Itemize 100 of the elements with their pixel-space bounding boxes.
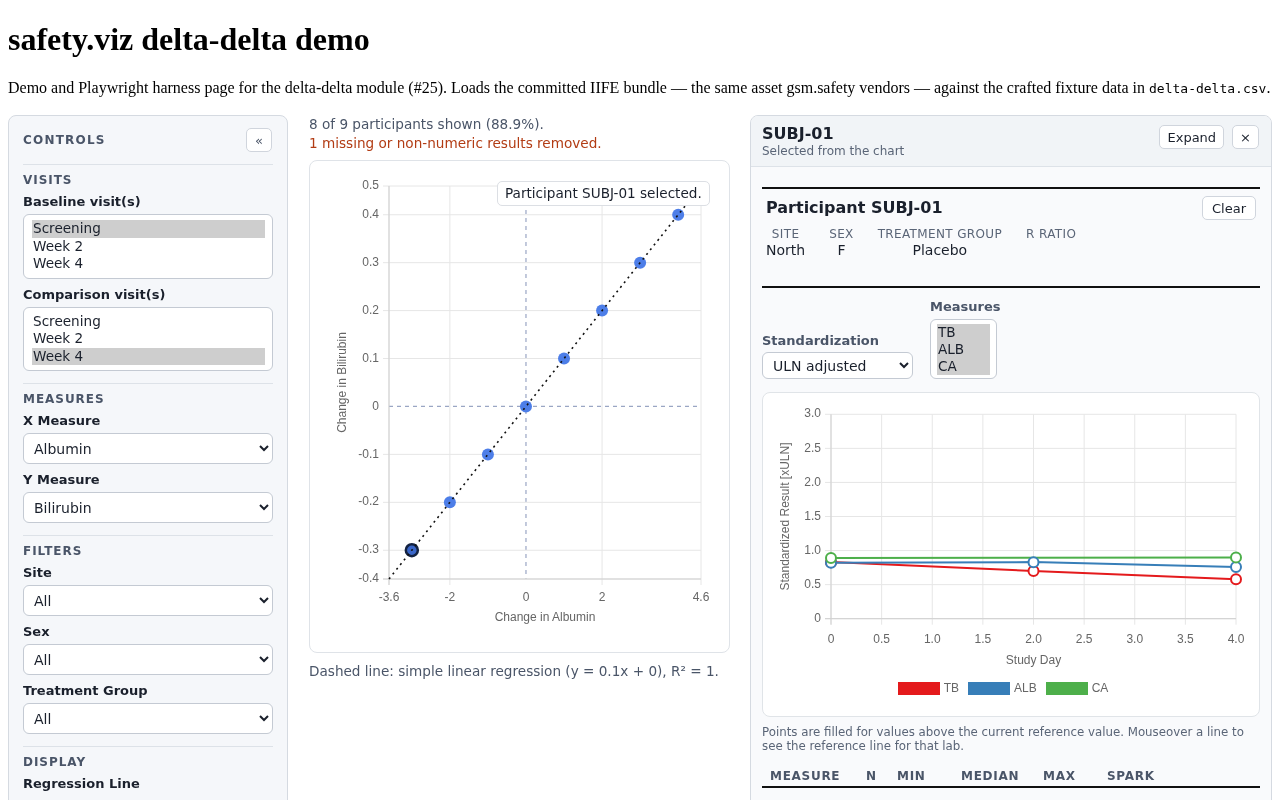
tick-label: -3.6: [378, 590, 400, 605]
column-header: N: [865, 769, 878, 785]
dropdown[interactable]: ULN adjusted: [762, 352, 913, 379]
listbox-option[interactable]: ALB: [937, 341, 990, 358]
tick-label: 0.2: [362, 302, 379, 317]
tick-label: 4.0: [1227, 632, 1245, 647]
data-point[interactable]: [634, 256, 647, 269]
data-point: [1230, 560, 1242, 573]
tick-label: 0: [814, 610, 821, 625]
data-point[interactable]: [520, 400, 532, 413]
meta-label: R RATIO: [1026, 227, 1077, 242]
listbox-option[interactable]: Week 2: [32, 237, 265, 255]
listbox-option[interactable]: Week 2: [32, 330, 265, 348]
listbox[interactable]: Screening Week 2 Week 4: [23, 214, 273, 279]
tick-label: 2.5: [1075, 632, 1093, 647]
tick-label: 0.5: [362, 178, 379, 193]
regression-note: Dashed line: simple linear regression (y = 0.1x + 0), R² = 1.: [309, 662, 720, 681]
legend-label: ALB: [1014, 680, 1037, 696]
listbox-option[interactable]: Screening: [32, 220, 265, 238]
legend-label: CA: [1091, 680, 1109, 696]
expand-button[interactable]: Expand: [1159, 125, 1225, 149]
tick-label: -0.3: [358, 542, 379, 557]
field-label: Treatment Group: [23, 683, 149, 699]
section-heading: DISPLAY: [23, 755, 88, 770]
data-point[interactable]: [443, 496, 456, 509]
tick-label: 4.6: [692, 590, 710, 605]
dropdown[interactable]: All: [23, 644, 273, 675]
tick-label: 0.5: [804, 576, 821, 591]
field-label: Y Measure: [23, 472, 101, 488]
field-label: X Measure: [23, 413, 102, 429]
column-header: MEDIAN: [960, 769, 1021, 785]
tick-label: -0.4: [358, 571, 379, 586]
detail-subtitle: Selected from the chart: [762, 144, 905, 159]
tick-label: 0.4: [362, 206, 379, 221]
page-title: safety.viz delta-delta demo: [8, 21, 370, 58]
meta-label: SEX: [829, 227, 854, 242]
axis-title: Standardized Result [xULN]: [778, 442, 793, 591]
tick-label: 1.0: [923, 632, 941, 647]
tick-label: 1.0: [804, 542, 821, 557]
tick-label: 1.5: [804, 508, 821, 523]
column-header: SPARK: [1106, 769, 1156, 785]
listbox[interactable]: TB ALB CA: [930, 319, 997, 379]
listbox-option[interactable]: Screening: [32, 312, 265, 330]
listbox-option[interactable]: CA: [937, 358, 990, 375]
dropdown[interactable]: Bilirubin: [23, 492, 273, 523]
section-heading: MEASURES: [23, 392, 106, 407]
data-point[interactable]: [558, 352, 570, 365]
meta-value: Placebo: [911, 242, 969, 259]
data-point: [1230, 573, 1242, 586]
clear-button[interactable]: Clear: [1202, 196, 1256, 220]
field-label: Regression Line: [23, 776, 141, 792]
tick-label: 0.3: [362, 254, 379, 269]
data-point[interactable]: [404, 543, 420, 558]
dropdown[interactable]: All: [23, 585, 273, 616]
meta-label: SITE: [770, 227, 801, 242]
listbox-option[interactable]: TB: [937, 324, 990, 341]
dropdown[interactable]: All: [23, 703, 273, 734]
listbox-option[interactable]: Week 4: [32, 255, 265, 273]
data-point: [1230, 551, 1242, 564]
axis-title: Change in Albumin: [494, 610, 596, 625]
data-point: [1027, 556, 1040, 569]
panel-title: CONTROLS: [23, 132, 106, 148]
dropdown[interactable]: Albumin: [23, 433, 273, 464]
data-point[interactable]: [481, 448, 494, 461]
collapse-button[interactable]: «: [246, 128, 272, 152]
field-label: Comparison visit(s): [23, 286, 167, 303]
tick-label: -0.2: [358, 494, 379, 509]
tick-label: 2.5: [804, 440, 821, 455]
axis-title: Study Day: [1005, 653, 1062, 668]
field-label: Standardization: [762, 333, 881, 349]
axis-title: Change in Bilirubin: [335, 332, 350, 433]
tick-label: 0: [522, 590, 530, 605]
removed-notice: 1 missing or non-numeric results removed.: [309, 134, 603, 153]
data-point[interactable]: [672, 208, 685, 221]
field-label: Sex: [23, 624, 51, 640]
chart-note: Points are filled for values above the current reference value. Mouseover a line to see the reference line for that lab.: [762, 725, 1245, 753]
tick-label: 0: [827, 632, 835, 647]
field-label: Baseline visit(s): [23, 194, 142, 210]
selection-tooltip: Participant SUBJ-01 selected.: [497, 181, 710, 206]
tick-label: 3.5: [1177, 632, 1194, 647]
field-label: Measures: [930, 299, 1001, 315]
tick-label: -0.1: [358, 446, 379, 461]
data-point[interactable]: [596, 304, 609, 317]
tick-label: -2: [444, 590, 456, 605]
listbox[interactable]: Screening Week 2 Week 4: [23, 306, 273, 371]
meta-value: F: [836, 242, 847, 259]
field-label: Site: [23, 565, 53, 581]
close-button[interactable]: ×: [1232, 125, 1259, 149]
section-heading: VISITS: [23, 173, 74, 188]
participant-heading: Participant SUBJ-01: [766, 198, 943, 218]
meta-value: North: [766, 242, 806, 259]
tick-label: 3.0: [804, 406, 821, 421]
tick-label: 1.5: [974, 632, 992, 647]
participant-count: 8 of 9 participants shown (88.9%).: [309, 115, 545, 134]
listbox-option[interactable]: Week 4: [32, 347, 265, 365]
detail-title: SUBJ-01: [762, 124, 835, 144]
tick-label: 0.5: [873, 632, 890, 647]
tick-label: 2.0: [804, 474, 821, 489]
column-header: MIN: [896, 769, 927, 785]
tick-label: 0.1: [362, 350, 379, 365]
